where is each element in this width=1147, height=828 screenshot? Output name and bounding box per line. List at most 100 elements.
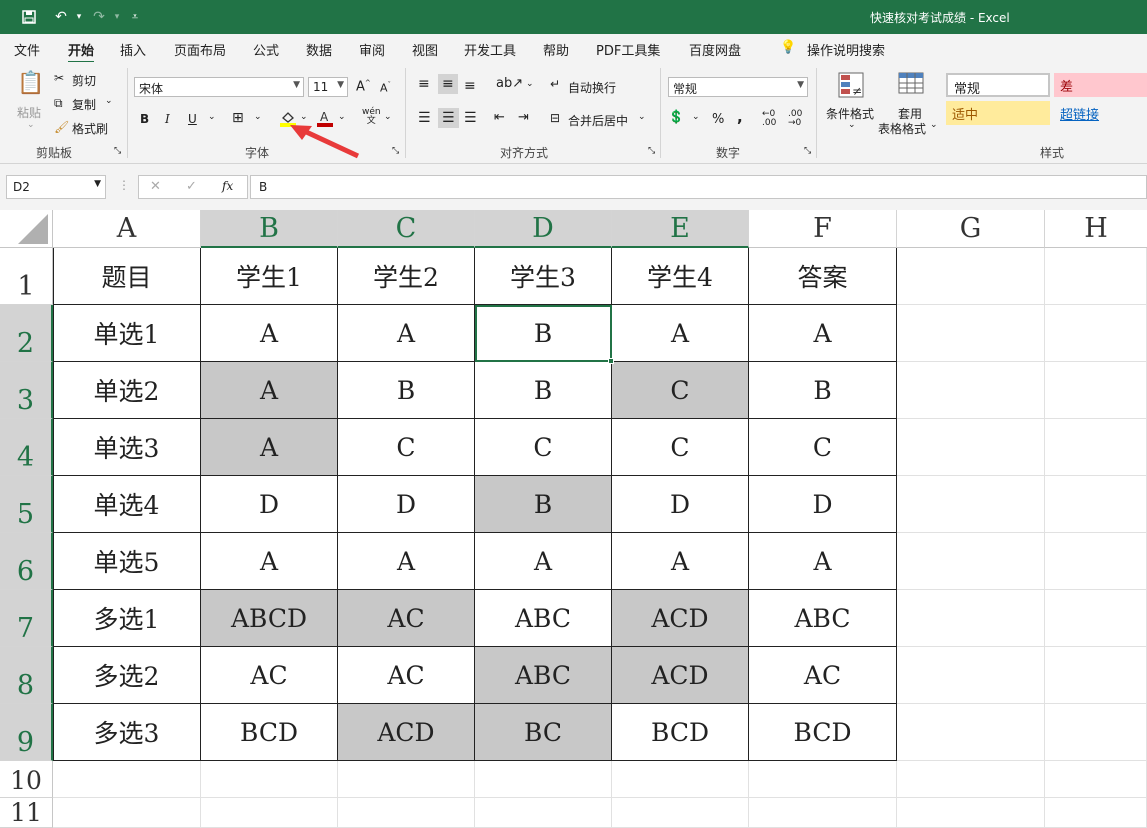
table-cell[interactable]: B: [338, 362, 475, 419]
cancel-icon[interactable]: ✕: [150, 179, 161, 194]
wrap-text-button[interactable]: 自动换行: [568, 79, 616, 96]
table-cell[interactable]: C: [612, 362, 749, 419]
row-header-4[interactable]: 4: [0, 419, 53, 476]
table-cell[interactable]: A: [201, 362, 338, 419]
column-header-a[interactable]: A: [53, 210, 201, 248]
table-cell[interactable]: A: [201, 305, 338, 362]
align-left-icon[interactable]: ☰: [418, 110, 431, 126]
table-cell[interactable]: 单选1: [53, 305, 201, 362]
empty-cell[interactable]: [897, 248, 1045, 305]
row-header-7[interactable]: 7: [0, 590, 53, 647]
table-cell[interactable]: AC: [338, 590, 475, 647]
row-header-2[interactable]: 2: [0, 305, 53, 362]
align-center-icon[interactable]: ☰: [438, 108, 459, 128]
decrease-font-icon[interactable]: Aˇ: [380, 81, 391, 95]
empty-cell[interactable]: [897, 704, 1045, 761]
tab-data[interactable]: 数据: [306, 40, 332, 59]
copy-dropdown-icon[interactable]: ⌄: [105, 96, 113, 106]
table-cell[interactable]: 多选2: [53, 647, 201, 704]
empty-cell[interactable]: [475, 761, 612, 798]
table-cell[interactable]: BCD: [749, 704, 897, 761]
table-cell[interactable]: BCD: [612, 704, 749, 761]
format-as-table-icon[interactable]: [896, 70, 926, 100]
align-middle-icon[interactable]: ≡: [438, 74, 458, 94]
align-bottom-icon[interactable]: ≡: [464, 78, 476, 94]
paste-icon[interactable]: 📋: [17, 68, 45, 98]
table-cell[interactable]: A: [612, 533, 749, 590]
conditional-format-icon[interactable]: ≠: [836, 70, 866, 100]
header-cell[interactable]: 学生1: [201, 248, 338, 305]
table-cell[interactable]: 多选3: [53, 704, 201, 761]
column-header-e[interactable]: E: [612, 210, 749, 248]
empty-cell[interactable]: [1045, 305, 1147, 362]
row-header-8[interactable]: 8: [0, 647, 53, 704]
empty-cell[interactable]: [897, 798, 1045, 828]
fill-handle[interactable]: [608, 358, 614, 364]
style-normal[interactable]: 常规: [946, 73, 1050, 97]
empty-cell[interactable]: [1045, 476, 1147, 533]
column-header-g[interactable]: G: [897, 210, 1045, 248]
row-header-11[interactable]: 11: [0, 798, 53, 828]
table-cell[interactable]: ABC: [749, 590, 897, 647]
italic-button[interactable]: I: [165, 112, 170, 126]
table-cell[interactable]: AC: [201, 647, 338, 704]
empty-cell[interactable]: [53, 761, 201, 798]
empty-cell[interactable]: [749, 761, 897, 798]
tab-baidu-pan[interactable]: 百度网盘: [689, 40, 741, 59]
table-cell[interactable]: B: [475, 362, 612, 419]
empty-cell[interactable]: [1045, 761, 1147, 798]
underline-button[interactable]: U: [188, 112, 197, 126]
empty-cell[interactable]: [201, 761, 338, 798]
table-cell[interactable]: ACD: [612, 590, 749, 647]
merge-dropdown-icon[interactable]: ⌄: [638, 112, 646, 122]
table-cell[interactable]: BC: [475, 704, 612, 761]
tab-formulas[interactable]: 公式: [253, 40, 279, 59]
merge-center-button[interactable]: 合并后居中: [568, 112, 628, 129]
accounting-dropdown-icon[interactable]: ⌄: [692, 112, 700, 122]
table-cell[interactable]: A: [338, 533, 475, 590]
enter-icon[interactable]: ✓: [186, 179, 197, 194]
column-header-c[interactable]: C: [338, 210, 475, 248]
column-header-f[interactable]: F: [749, 210, 897, 248]
table-cell[interactable]: A: [749, 305, 897, 362]
comma-button[interactable]: ,: [737, 108, 743, 126]
table-cell[interactable]: A: [338, 305, 475, 362]
table-cell[interactable]: A: [749, 533, 897, 590]
font-launcher-icon[interactable]: ⤡: [392, 146, 399, 156]
tell-me-search[interactable]: 操作说明搜索: [807, 40, 885, 59]
table-cell[interactable]: B: [475, 476, 612, 533]
tab-developer[interactable]: 开发工具: [464, 40, 516, 59]
table-cell[interactable]: A: [201, 533, 338, 590]
orientation-dropdown-icon[interactable]: ⌄: [526, 79, 534, 89]
empty-cell[interactable]: [338, 798, 475, 828]
table-cell[interactable]: C: [475, 419, 612, 476]
row-header-5[interactable]: 5: [0, 476, 53, 533]
row-header-9[interactable]: 9: [0, 704, 53, 761]
clipboard-launcher-icon[interactable]: ⤡: [114, 146, 121, 156]
font-name-select[interactable]: 宋体 ▼: [134, 77, 304, 97]
empty-cell[interactable]: [612, 798, 749, 828]
cut-button[interactable]: 剪切: [72, 72, 96, 89]
empty-cell[interactable]: [1045, 590, 1147, 647]
increase-decimal-icon[interactable]: ←0.00: [762, 110, 776, 128]
header-cell[interactable]: 学生3: [475, 248, 612, 305]
table-cell[interactable]: AC: [749, 647, 897, 704]
tab-page-layout[interactable]: 页面布局: [174, 40, 226, 59]
table-cell[interactable]: D: [749, 476, 897, 533]
empty-cell[interactable]: [1045, 362, 1147, 419]
empty-cell[interactable]: [897, 647, 1045, 704]
increase-font-icon[interactable]: A^: [356, 79, 371, 94]
table-cell[interactable]: A: [612, 305, 749, 362]
number-launcher-icon[interactable]: ⤡: [804, 146, 811, 156]
column-header-b[interactable]: B: [201, 210, 338, 248]
table-cell[interactable]: C: [338, 419, 475, 476]
orientation-icon[interactable]: ab↗: [496, 76, 523, 91]
table-cell[interactable]: B: [749, 362, 897, 419]
empty-cell[interactable]: [53, 798, 201, 828]
empty-cell[interactable]: [475, 798, 612, 828]
column-header-h[interactable]: H: [1045, 210, 1147, 248]
empty-cell[interactable]: [1045, 647, 1147, 704]
underline-dropdown-icon[interactable]: ⌄: [208, 112, 216, 122]
font-size-select[interactable]: 11 ▼: [308, 77, 348, 97]
header-cell[interactable]: 学生4: [612, 248, 749, 305]
